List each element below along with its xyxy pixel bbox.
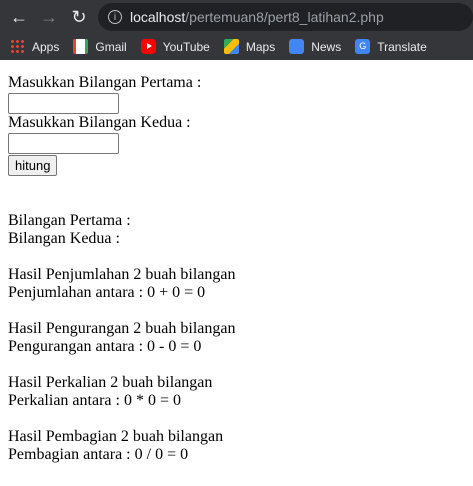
first-number-input[interactable] <box>8 93 119 114</box>
bookmark-label: Gmail <box>95 39 127 54</box>
division-result: Pembagian antara : 0 / 0 = 0 <box>8 446 189 463</box>
forward-arrow-icon[interactable]: → <box>38 6 60 28</box>
bookmarks-bar: Apps Gmail YouTube Maps News G Translate <box>0 33 473 60</box>
translate-icon: G <box>355 39 371 54</box>
addition-result: Penjumlahan antara : 0 + 0 = 0 <box>8 284 206 301</box>
second-number-input[interactable] <box>8 133 119 154</box>
bookmark-label: YouTube <box>162 39 210 54</box>
multiplication-result: Perkalian antara : 0 * 0 = 0 <box>8 392 181 409</box>
bookmark-label: Translate <box>377 39 427 54</box>
second-number-label: Masukkan Bilangan Kedua : <box>8 114 191 131</box>
bookmark-gmail[interactable]: Gmail <box>73 39 127 54</box>
hitung-button[interactable]: hitung <box>8 155 58 176</box>
url-path: /pertemuan8/pert8_latihan2.php <box>185 8 384 25</box>
first-number-label: Masukkan Bilangan Pertama : <box>8 74 202 91</box>
reload-icon[interactable]: ↻ <box>68 6 90 28</box>
address-bar[interactable]: i localhost/pertemuan8/pert8_latihan2.ph… <box>98 2 473 31</box>
site-info-icon[interactable]: i <box>108 9 122 24</box>
gmail-icon <box>73 39 89 54</box>
maps-icon <box>223 39 239 54</box>
division-title: Hasil Pembagian 2 buah bilangan <box>8 428 224 445</box>
bookmark-news[interactable]: News <box>289 39 341 54</box>
bookmark-label: Apps <box>32 39 60 54</box>
calculator-form: Masukkan Bilangan Pertama : Masukkan Bil… <box>8 74 465 176</box>
addition-title: Hasil Penjumlahan 2 buah bilangan <box>8 266 236 283</box>
back-arrow-icon[interactable]: ← <box>8 6 30 28</box>
bookmark-label: Maps <box>245 39 276 54</box>
page-content: Masukkan Bilangan Pertama : Masukkan Bil… <box>0 60 473 464</box>
bookmark-youtube[interactable]: YouTube <box>140 39 210 54</box>
apps-grid-icon <box>10 39 25 54</box>
subtraction-result: Pengurangan antara : 0 - 0 = 0 <box>8 338 202 355</box>
browser-toolbar: ← → ↻ i localhost/pertemuan8/pert8_latih… <box>0 0 473 33</box>
first-number-result: Bilangan Pertama : <box>8 212 131 229</box>
bookmark-translate[interactable]: G Translate <box>355 39 427 54</box>
bookmark-label: News <box>311 39 342 54</box>
youtube-icon <box>140 39 156 54</box>
bookmark-apps[interactable]: Apps <box>10 39 59 54</box>
url-host: localhost <box>130 8 186 25</box>
second-number-result: Bilangan Kedua : <box>8 230 120 247</box>
news-icon <box>289 39 305 54</box>
multiplication-title: Hasil Perkalian 2 buah bilangan <box>8 374 213 391</box>
subtraction-title: Hasil Pengurangan 2 buah bilangan <box>8 320 236 337</box>
bookmark-maps[interactable]: Maps <box>223 39 276 54</box>
